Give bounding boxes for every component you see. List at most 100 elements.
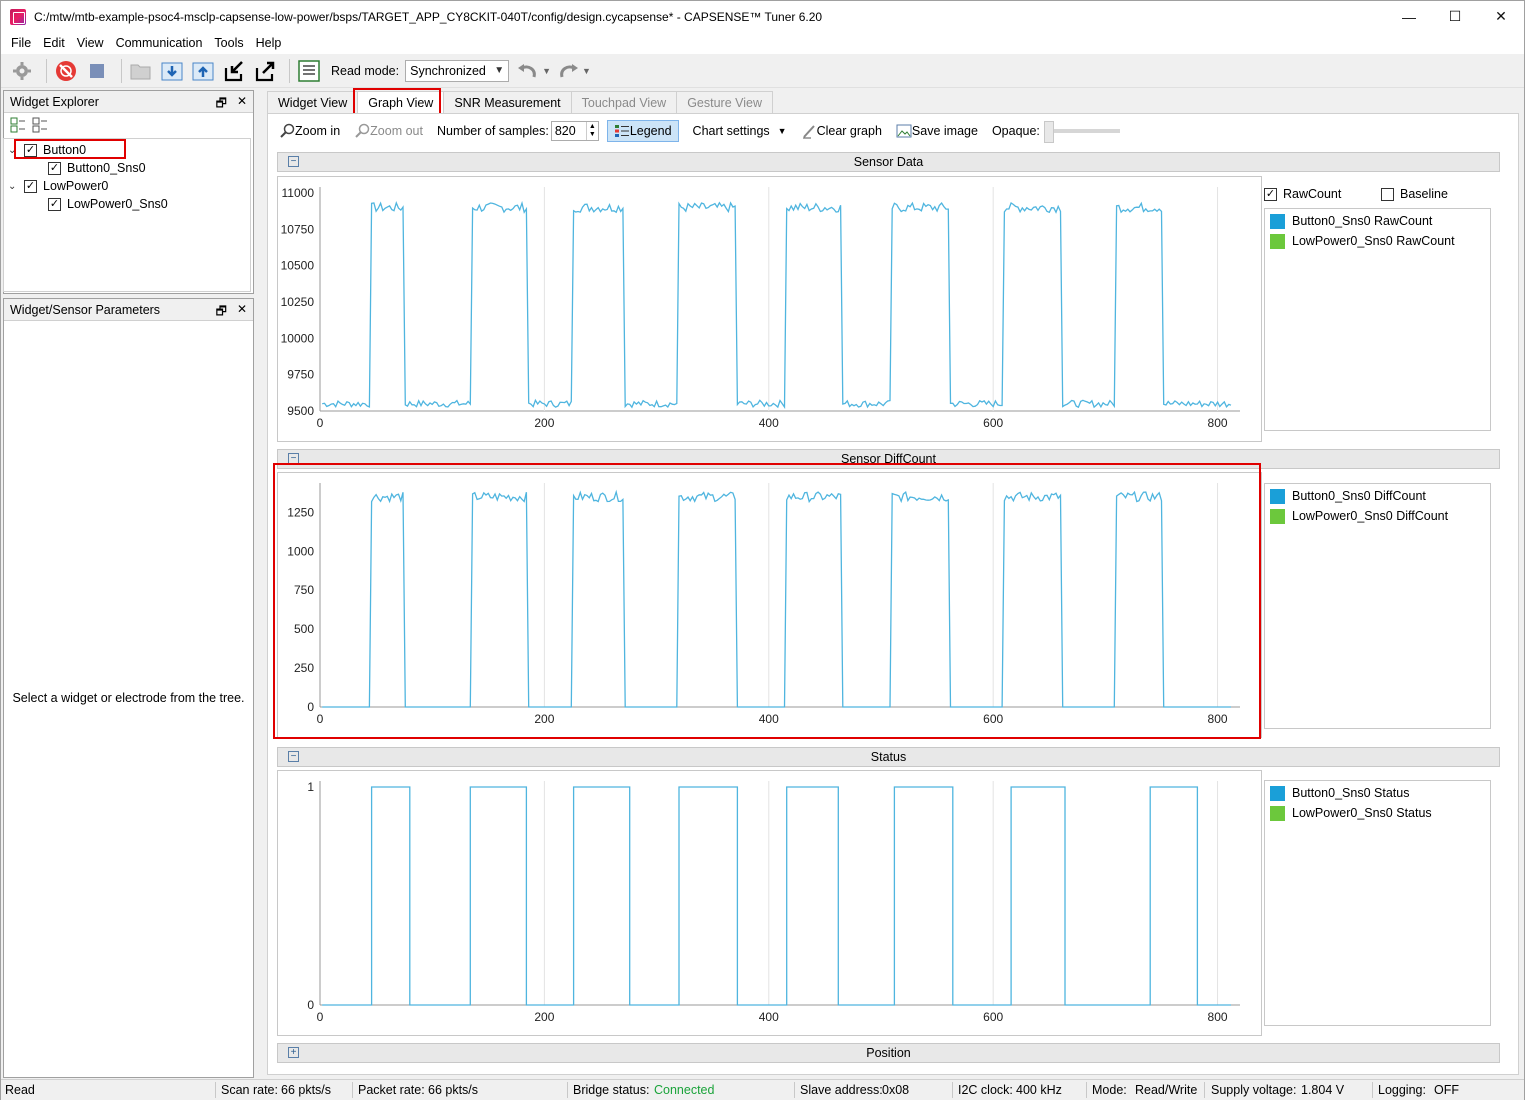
section-position[interactable]: + Position (277, 1043, 1500, 1063)
clear-graph-button[interactable]: Clear graph (801, 123, 882, 139)
y-tick-label: 1000 (287, 544, 314, 558)
stepper-arrows-icon[interactable]: ▲ ▼ (585, 122, 598, 140)
baseline-toggle[interactable]: Baseline (1381, 187, 1448, 201)
section-sensor-data[interactable]: − Sensor Data (277, 152, 1500, 172)
undo-dropdown-icon[interactable]: ▼ (542, 66, 551, 76)
x-tick-label: 0 (317, 416, 324, 430)
legend-entry[interactable]: LowPower0_Sns0 Status (1270, 804, 1432, 822)
section-diffcount[interactable]: − Sensor DiffCount (277, 449, 1500, 469)
read-from-device-icon[interactable] (159, 58, 185, 84)
chevron-down-icon: ▼ (777, 126, 787, 136)
legend-entry[interactable]: LowPower0_Sns0 RawCount (1270, 232, 1455, 250)
y-tick-label: 9750 (287, 368, 314, 382)
legend-toggle-button[interactable]: Legend (606, 120, 679, 142)
checkbox-button0[interactable]: ✓ (24, 143, 37, 157)
tab-graph-view[interactable]: Graph View (357, 91, 445, 113)
legend-entry[interactable]: Button0_Sns0 RawCount (1270, 212, 1432, 230)
checkbox-lowpower0[interactable]: ✓ (24, 179, 37, 193)
rawcount-checkbox[interactable]: ✓ (1264, 187, 1277, 201)
menu-tools[interactable]: Tools (208, 36, 249, 50)
checkbox-button0-sns0[interactable]: ✓ (48, 161, 61, 175)
redo-icon[interactable] (555, 58, 581, 84)
close-button[interactable]: ✕ (1478, 1, 1524, 32)
zoom-out-icon (355, 123, 370, 138)
write-to-device-icon[interactable] (190, 58, 216, 84)
zoom-out-button[interactable]: Zoom out (354, 123, 423, 139)
minimize-button[interactable]: — (1386, 1, 1432, 32)
collapse-icon[interactable]: − (288, 156, 299, 167)
x-tick-label: 200 (534, 416, 554, 430)
y-tick-label: 0 (307, 998, 314, 1012)
status-separator (794, 1082, 795, 1098)
legend-entry[interactable]: Button0_Sns0 DiffCount (1270, 487, 1426, 505)
tree-item-button0-sns0[interactable]: ✓ Button0_Sns0 (48, 159, 146, 177)
baseline-checkbox[interactable] (1381, 187, 1394, 201)
rawcount-label: RawCount (1283, 187, 1342, 201)
logging-label: Logging: (1378, 1083, 1426, 1097)
tab-widget-view[interactable]: Widget View (267, 91, 359, 113)
stop-icon[interactable] (84, 58, 110, 84)
chart-settings-button[interactable]: Chart settings ▼ (693, 124, 787, 138)
legend-entry[interactable]: Button0_Sns0 Status (1270, 784, 1409, 802)
opaque-slider[interactable] (1043, 121, 1120, 143)
close-panel-icon[interactable]: ✕ (237, 94, 247, 115)
section-status[interactable]: − Status (277, 747, 1500, 767)
rawcount-toggle[interactable]: ✓ RawCount (1264, 187, 1341, 201)
status-separator (1086, 1082, 1087, 1098)
chevron-down-icon[interactable]: ⌄ (8, 181, 18, 192)
chevron-down-icon[interactable]: ⌄ (8, 145, 18, 156)
zoom-in-button[interactable]: Zoom in (279, 123, 340, 139)
float-panel-icon[interactable]: 🗗 (216, 302, 227, 323)
x-tick-label: 0 (317, 1010, 324, 1024)
menu-communication[interactable]: Communication (110, 36, 209, 50)
read-mode-select[interactable]: Synchronized ▼ (405, 59, 510, 82)
legend-label: Button0_Sns0 DiffCount (1292, 489, 1426, 503)
save-image-button[interactable]: Save image (896, 123, 978, 139)
menu-help[interactable]: Help (250, 36, 288, 50)
y-tick-label: 1 (307, 780, 314, 794)
menu-file[interactable]: File (5, 36, 37, 50)
log-icon[interactable] (296, 58, 322, 84)
i2c-clock-value: 400 kHz (1016, 1083, 1062, 1097)
status-separator (567, 1082, 568, 1098)
eraser-icon (802, 125, 815, 139)
x-tick-label: 200 (534, 1010, 554, 1024)
parameters-empty-text: Select a widget or electrode from the tr… (12, 691, 245, 705)
samples-stepper[interactable]: 820 ▲ ▼ (550, 121, 599, 141)
check-all-icon[interactable] (10, 117, 26, 133)
tab-touchpad-view[interactable]: Touchpad View (570, 91, 678, 113)
tab-snr-measurement[interactable]: SNR Measurement (443, 91, 572, 113)
close-panel-icon[interactable]: ✕ (237, 302, 247, 323)
widget-explorer-header: Widget Explorer 🗗 ✕ (4, 91, 253, 113)
expand-icon[interactable]: + (288, 1047, 299, 1058)
series-swatch (1270, 233, 1285, 249)
toolbar-separator (121, 58, 122, 83)
menu-view[interactable]: View (71, 36, 110, 50)
disconnect-icon[interactable] (53, 58, 79, 84)
bridge-status-label: Bridge status: (573, 1083, 650, 1097)
undo-icon[interactable] (515, 58, 541, 84)
menu-edit[interactable]: Edit (37, 36, 71, 50)
status-separator (1372, 1082, 1373, 1098)
uncheck-all-icon[interactable] (32, 117, 48, 133)
samples-label: Number of samples: (436, 124, 549, 138)
collapse-icon[interactable]: − (288, 751, 299, 762)
export-icon[interactable] (252, 58, 278, 84)
tab-gesture-view[interactable]: Gesture View (676, 91, 774, 113)
tree-item-lowpower0[interactable]: ⌄ ✓ LowPower0 (8, 177, 108, 195)
maximize-button[interactable]: ☐ (1432, 1, 1478, 32)
open-folder-icon[interactable] (128, 58, 154, 84)
float-panel-icon[interactable]: 🗗 (216, 94, 227, 115)
gear-icon[interactable] (9, 58, 35, 84)
collapse-icon[interactable]: − (288, 453, 299, 464)
checkbox-lowpower0-sns0[interactable]: ✓ (48, 197, 61, 211)
redo-dropdown-icon[interactable]: ▼ (582, 66, 591, 76)
status-separator (952, 1082, 953, 1098)
tree-item-button0[interactable]: ⌄ ✓ Button0 (8, 141, 86, 159)
import-icon[interactable] (221, 58, 247, 84)
series-line (322, 786, 1231, 1006)
legend-entry[interactable]: LowPower0_Sns0 DiffCount (1270, 507, 1448, 525)
save-image-icon (896, 124, 912, 138)
y-tick-label: 250 (294, 661, 314, 675)
tree-item-lowpower0-sns0[interactable]: ✓ LowPower0_Sns0 (48, 195, 168, 213)
